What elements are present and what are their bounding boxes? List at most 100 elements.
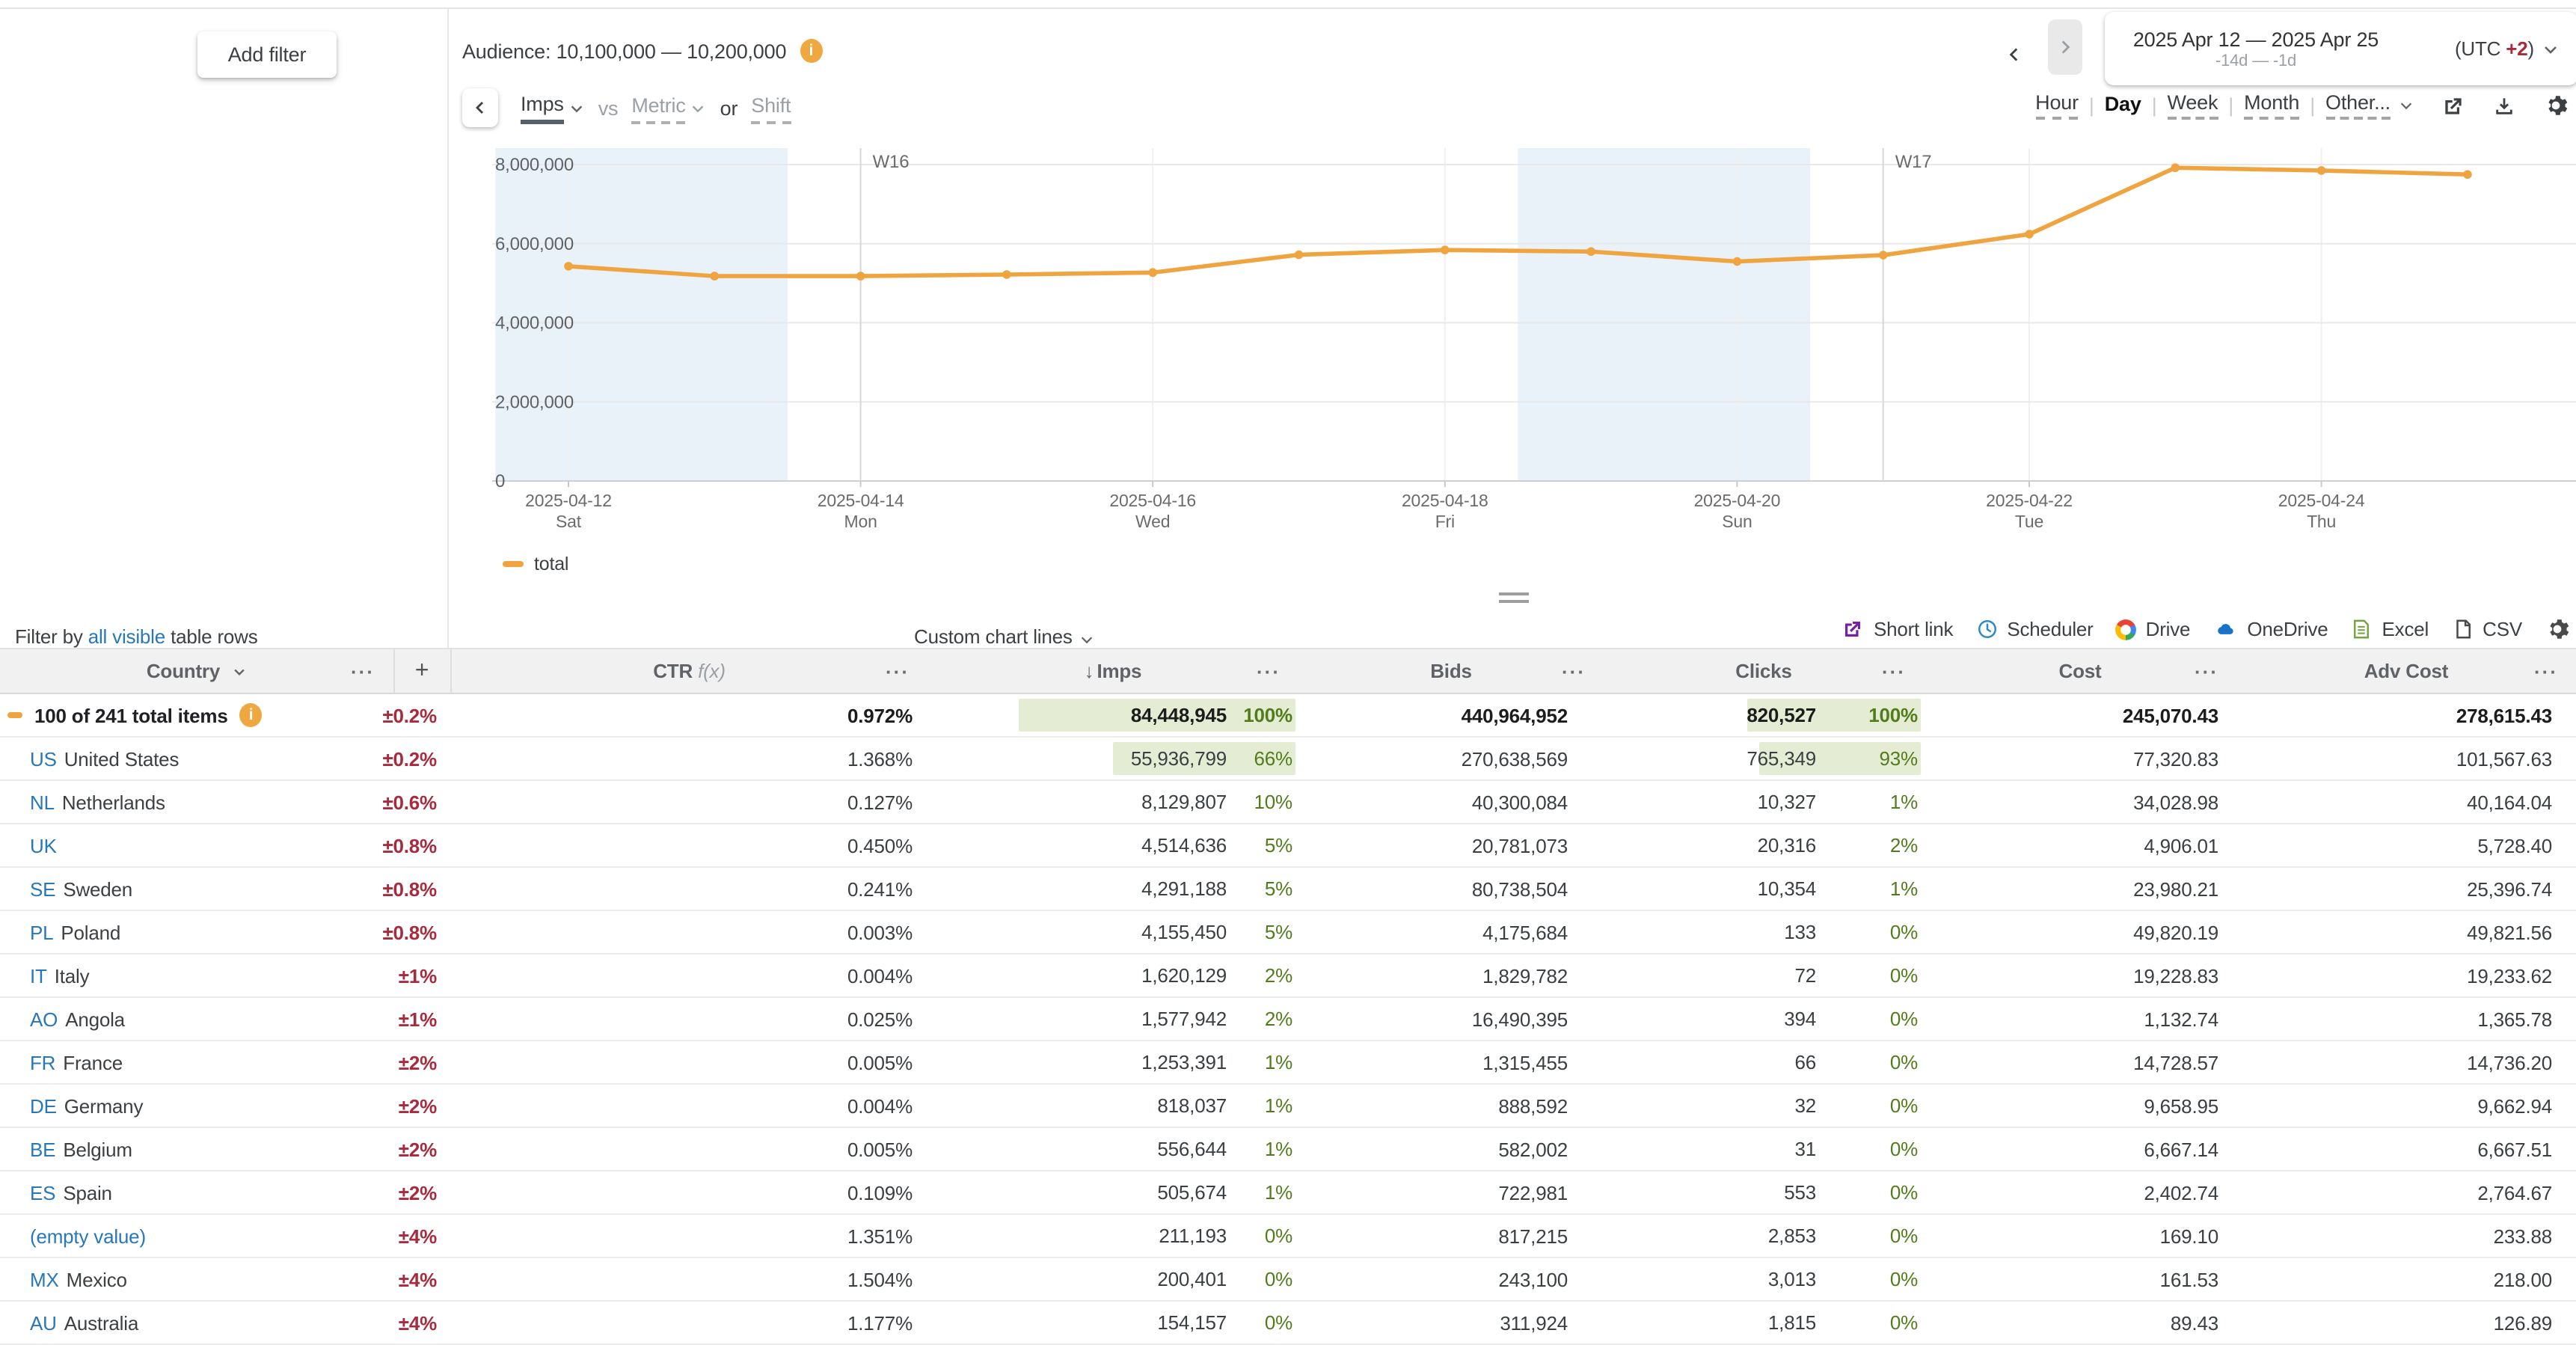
table-row[interactable]: MXMexico±4%1.504%200,4010%243,1003,0130%… xyxy=(0,1257,2576,1301)
filter-all-visible-link[interactable]: all visible xyxy=(88,625,165,651)
country-code-link[interactable]: AU xyxy=(30,1311,57,1334)
granularity-option-day[interactable]: Day xyxy=(2105,93,2141,118)
export-short-link-button[interactable]: Short link xyxy=(1842,618,1953,640)
table-row[interactable]: (empty value)±4%1.351%211,1930%817,2152,… xyxy=(0,1214,2576,1257)
open-external-icon[interactable] xyxy=(2441,94,2465,117)
country-name: Belgium xyxy=(63,1138,132,1160)
country-code-link[interactable]: PL xyxy=(30,921,53,943)
table-settings-gear-icon[interactable] xyxy=(2545,616,2570,642)
data-point[interactable] xyxy=(1441,245,1450,254)
country-code-link[interactable]: IT xyxy=(30,964,47,987)
primary-metric-select[interactable]: Imps xyxy=(521,93,585,124)
imps-cell: 55,936,79966% xyxy=(927,737,1298,780)
table-row[interactable]: SESweden±0.8%0.241%4,291,1885%80,738,504… xyxy=(0,867,2576,910)
export-onedrive-button[interactable]: OneDrive xyxy=(2212,618,2328,640)
imps-cell: 1,620,1292% xyxy=(927,954,1298,997)
column-header-adv-cost[interactable]: Adv Cost ··· xyxy=(2236,649,2576,693)
column-header-cost[interactable]: Cost ··· xyxy=(1924,649,2236,693)
table-row[interactable]: BEBelgium±2%0.005%556,6441%582,002310%6,… xyxy=(0,1127,2576,1171)
data-point[interactable] xyxy=(856,272,865,281)
chart-settings-gear-icon[interactable] xyxy=(2543,93,2569,118)
date-next-button[interactable] xyxy=(2048,19,2082,75)
country-code-link[interactable]: AO xyxy=(30,1008,58,1030)
country-code-link[interactable]: MX xyxy=(30,1268,59,1290)
country-code-link[interactable]: BE xyxy=(30,1138,55,1160)
column-header-bids[interactable]: Bids ··· xyxy=(1298,649,1604,693)
audience-info-icon[interactable]: i xyxy=(800,39,822,63)
data-point[interactable] xyxy=(1148,269,1157,278)
column-header-clicks[interactable]: Clicks ··· xyxy=(1604,649,1924,693)
table-row[interactable]: AOAngola±1%0.025%1,577,9422%16,490,39539… xyxy=(0,997,2576,1041)
data-point[interactable] xyxy=(2025,230,2034,239)
table-row[interactable]: AUAustralia±4%1.177%154,1570%311,9241,81… xyxy=(0,1301,2576,1344)
total-info-icon[interactable]: i xyxy=(240,703,263,727)
table-row[interactable]: FRFrance±2%0.005%1,253,3911%1,315,455660… xyxy=(0,1041,2576,1084)
table-row[interactable]: PLPoland±0.8%0.003%4,155,4505%4,175,6841… xyxy=(0,910,2576,954)
table-row[interactable]: USUnited States±0.2%1.368%55,936,79966%2… xyxy=(0,737,2576,780)
export-drive-button[interactable]: Drive xyxy=(2116,618,2191,640)
table-row[interactable]: UK±0.8%0.450%4,514,6365%20,781,07320,316… xyxy=(0,824,2576,867)
table-row[interactable]: ESSpain±2%0.109%505,6741%722,9815530%2,4… xyxy=(0,1171,2576,1214)
data-point[interactable] xyxy=(2171,163,2180,172)
table-total-row[interactable]: 100 of 241 total itemsi±0.2%0.972%84,448… xyxy=(0,693,2576,737)
country-code-link[interactable]: NL xyxy=(30,791,55,813)
column-header-imps[interactable]: ↓Imps ··· xyxy=(927,649,1298,693)
data-point[interactable] xyxy=(2317,166,2326,175)
table-row[interactable]: NLNetherlands±0.6%0.127%8,129,80710%40,3… xyxy=(0,780,2576,824)
chart-panel: Audience: 10,100,000 — 10,200,000 i 2025… xyxy=(447,9,2576,648)
country-code-link[interactable]: SE xyxy=(30,877,55,900)
column-menu-icon[interactable]: ··· xyxy=(1562,660,1586,682)
column-menu-icon[interactable]: ··· xyxy=(1882,660,1906,682)
imps-cell: 4,514,6365% xyxy=(927,824,1298,867)
granularity-option-week[interactable]: Week xyxy=(2168,91,2218,120)
data-point[interactable] xyxy=(711,272,720,281)
chart-back-button[interactable] xyxy=(462,88,498,127)
date-range-picker[interactable]: 2025 Apr 12 — 2025 Apr 25 -14d — -1d (UT… xyxy=(2105,12,2576,85)
delta-value: ±4% xyxy=(399,1268,437,1290)
column-menu-icon[interactable]: ··· xyxy=(886,660,910,682)
bids-cell: 1,829,782 xyxy=(1298,954,1604,997)
country-code-link[interactable]: (empty value) xyxy=(30,1225,146,1247)
chevron-down-icon[interactable] xyxy=(2542,40,2560,58)
column-menu-icon[interactable]: ··· xyxy=(2534,660,2558,682)
country-code-link[interactable]: UK xyxy=(30,834,57,857)
data-point[interactable] xyxy=(1002,270,1011,279)
chart-resize-handle[interactable] xyxy=(1499,592,1529,607)
add-column-button[interactable]: + xyxy=(393,649,450,693)
clicks-cell: 3,0130% xyxy=(1604,1257,1924,1301)
date-range-title: 2025 Apr 12 — 2025 Apr 25 xyxy=(2123,28,2389,50)
add-filter-button[interactable]: Add filter xyxy=(197,31,337,78)
country-code-link[interactable]: FR xyxy=(30,1051,55,1073)
adv-cost-cell: 101,567.63 xyxy=(2236,737,2576,780)
granularity-option-hour[interactable]: Hour xyxy=(2035,91,2079,120)
download-icon[interactable] xyxy=(2492,94,2516,117)
x-axis-day-label: Sun xyxy=(1722,512,1752,531)
column-menu-icon[interactable]: ··· xyxy=(351,660,375,682)
column-menu-icon[interactable]: ··· xyxy=(1257,660,1281,682)
export-csv-button[interactable]: CSV xyxy=(2451,618,2522,640)
column-header-ctr[interactable]: CTR f(x) ··· xyxy=(450,649,927,693)
secondary-metric-select[interactable]: Metric xyxy=(631,94,706,123)
country-code-link[interactable]: DE xyxy=(30,1094,57,1117)
date-prev-button[interactable] xyxy=(2005,45,2024,64)
export-excel-button[interactable]: Excel xyxy=(2351,618,2429,640)
column-header-country[interactable]: Country ··· xyxy=(0,649,393,693)
data-point[interactable] xyxy=(1733,257,1742,266)
data-point[interactable] xyxy=(2463,170,2472,179)
granularity-option-month[interactable]: Month xyxy=(2244,91,2299,120)
export-scheduler-button[interactable]: Scheduler xyxy=(1975,618,2093,640)
data-point[interactable] xyxy=(1879,251,1888,260)
country-code-link[interactable]: ES xyxy=(30,1181,55,1204)
cost-cell: 169.10 xyxy=(1924,1214,2236,1257)
country-code-link[interactable]: US xyxy=(30,747,57,770)
table-row[interactable]: ITItaly±1%0.004%1,620,1292%1,829,782720%… xyxy=(0,954,2576,997)
data-point[interactable] xyxy=(564,262,573,271)
column-menu-icon[interactable]: ··· xyxy=(2195,660,2218,682)
imps-cell: 154,1570% xyxy=(927,1301,1298,1344)
granularity-option-other[interactable]: Other... xyxy=(2325,91,2391,120)
shift-toggle[interactable]: Shift xyxy=(751,94,791,123)
data-point[interactable] xyxy=(1586,248,1595,257)
imps-cell: 84,448,945100% xyxy=(927,693,1298,737)
data-point[interactable] xyxy=(1295,251,1304,260)
table-row[interactable]: DEGermany±2%0.004%818,0371%888,592320%9,… xyxy=(0,1084,2576,1127)
